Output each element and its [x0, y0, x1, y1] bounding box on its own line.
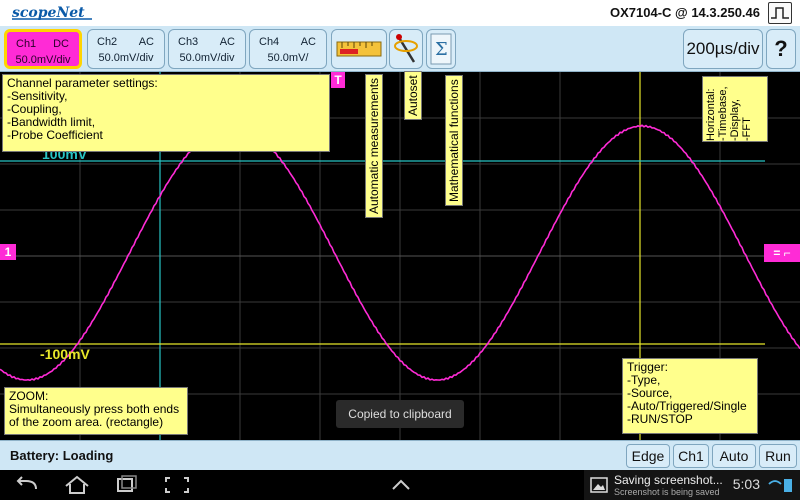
- channel-name: Ch1: [16, 38, 37, 50]
- pulse-wave-icon[interactable]: [768, 2, 792, 24]
- recent-apps-icon[interactable]: [112, 474, 142, 496]
- trigger-level-marker[interactable]: = ⌐: [764, 244, 800, 262]
- channel-scale: 50.0mV/div: [15, 54, 71, 66]
- notification-title: Saving screenshot...: [614, 473, 723, 487]
- tooltip-line: -FFT: [741, 117, 753, 141]
- autoset-probe-icon: [394, 34, 418, 63]
- math-functions-button[interactable]: Σ: [426, 29, 456, 69]
- trigger-source-button[interactable]: Ch1: [673, 444, 709, 468]
- channel-1-button[interactable]: Ch1 DC 50.0mV/div: [4, 29, 82, 69]
- screenshot-notification[interactable]: Saving screenshot... Screenshot is being…: [584, 470, 800, 500]
- horizontal-tooltip: Horizontal: -Timebase, -Display, -FFT: [702, 76, 768, 142]
- trigger-position-marker[interactable]: T: [331, 72, 345, 88]
- tooltip-line: Horizontal:: [705, 88, 717, 141]
- image-icon: [590, 477, 608, 493]
- battery-status: Battery: Loading: [10, 448, 114, 463]
- tooltip-line: -RUN/STOP: [627, 412, 693, 426]
- automatic-measurements-tooltip: Automatic measurements: [365, 73, 383, 218]
- tooltip-line: -Probe Coefficient: [7, 128, 103, 142]
- tooltip-line: of the zoom area. (rectangle): [9, 415, 164, 429]
- channel-coupling: DC: [53, 38, 69, 50]
- lower-level-label: -100mV: [40, 346, 90, 362]
- title-bar: scopeNet OX7104-C @ 14.3.250.46: [0, 0, 800, 26]
- device-address: OX7104-C @ 14.3.250.46: [610, 5, 760, 20]
- channel-toolbar: Ch1 DC 50.0mV/div Ch2 AC 50.0mV/div Ch3 …: [0, 26, 800, 72]
- channel-4-button[interactable]: Ch4 AC 50.0mV/: [249, 29, 327, 69]
- bottom-bar: Battery: Loading Edge Ch1 Auto Run: [0, 440, 800, 470]
- svg-text:Σ: Σ: [435, 39, 448, 60]
- scope-display[interactable]: 100mV -100mV 1 T = ⌐ Channel parameter s…: [0, 71, 800, 440]
- channel-name: Ch2: [97, 36, 118, 48]
- measurements-button[interactable]: [331, 29, 387, 69]
- trigger-mode-button[interactable]: Auto: [712, 444, 756, 468]
- trigger-type-button[interactable]: Edge: [626, 444, 670, 468]
- tooltip-line: -Display,: [729, 99, 741, 141]
- rising-edge-icon: ⌐: [783, 246, 791, 260]
- clipboard-toast: Copied to clipboard: [336, 400, 464, 428]
- home-icon[interactable]: [62, 474, 92, 496]
- channel-coupling: AC: [138, 36, 154, 48]
- measurement-ruler-icon: [336, 41, 382, 57]
- autoset-tooltip: Autoset: [404, 71, 422, 120]
- trigger-tooltip: Trigger: -Type, -Source, -Auto/Triggered…: [622, 358, 758, 434]
- clock: 5:03: [732, 476, 760, 492]
- run-stop-button[interactable]: Run: [759, 444, 797, 468]
- channel-settings-tooltip: Channel parameter settings: -Sensitivity…: [2, 74, 330, 152]
- channel-name: Ch3: [178, 36, 199, 48]
- wifi-battery-icon: [768, 479, 792, 492]
- autoset-button[interactable]: [389, 29, 423, 69]
- channel-name: Ch4: [259, 36, 280, 48]
- channel-1-reference-marker[interactable]: 1: [0, 244, 16, 260]
- scopenet-logo: scopeNet: [12, 5, 92, 21]
- channel-scale: 50.0mV/: [267, 52, 309, 64]
- trigger-level-symbol: =: [773, 246, 781, 260]
- tooltip-line: -Timebase,: [717, 86, 729, 141]
- timebase-button[interactable]: 200µs/div: [683, 29, 763, 69]
- math-sigma-icon: Σ: [430, 33, 452, 65]
- back-icon[interactable]: [12, 474, 42, 496]
- channel-scale: 50.0mV/div: [98, 52, 154, 64]
- help-button[interactable]: ?: [766, 29, 796, 69]
- screenshot-icon[interactable]: [162, 474, 192, 496]
- channel-scale: 50.0mV/div: [179, 52, 235, 64]
- zoom-tooltip: ZOOM: Simultaneously press both ends of …: [4, 387, 188, 435]
- channel-coupling: AC: [300, 36, 316, 48]
- channel-3-button[interactable]: Ch3 AC 50.0mV/div: [168, 29, 246, 69]
- channel-coupling: AC: [219, 36, 235, 48]
- channel-2-button[interactable]: Ch2 AC 50.0mV/div: [87, 29, 165, 69]
- math-functions-tooltip: Mathematical functions: [445, 75, 463, 206]
- notification-subtitle: Screenshot is being saved: [614, 487, 720, 497]
- chevron-up-icon[interactable]: [386, 474, 416, 496]
